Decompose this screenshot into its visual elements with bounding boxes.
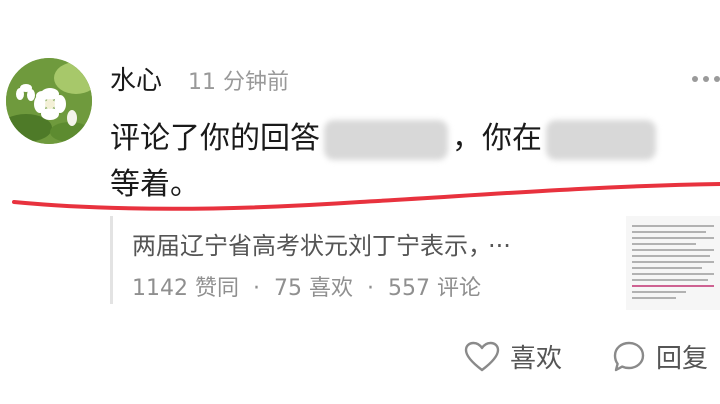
likes-count: 1142 赞同 — [132, 276, 239, 301]
separator-dot: · — [252, 276, 260, 301]
jasmine-flower-photo — [6, 58, 92, 144]
red-annotation-line — [12, 182, 720, 211]
comments-count: 557 评论 — [387, 276, 481, 301]
more-dots-icon[interactable] — [690, 72, 720, 86]
notification-item[interactable]: 水心 11 分钟前 评论了你的回答 ，你在 等着。 两届辽宁省高考状元刘丁宁表示，… — [0, 0, 720, 404]
quote-bar — [110, 216, 113, 304]
comment-text-part2: ，你在 — [452, 121, 542, 156]
redacted-answer-title — [324, 119, 448, 160]
reply-button[interactable]: 回复 — [612, 338, 708, 375]
separator-dot: · — [366, 276, 374, 301]
quote-title[interactable]: 两届辽宁省高考状元刘丁宁表示， ··· — [132, 226, 511, 261]
quote-title-text: 两届辽宁省高考状元刘丁宁表示， — [132, 232, 480, 260]
redacted-text — [546, 119, 656, 160]
document-thumbnail — [626, 216, 720, 310]
speech-bubble-icon — [613, 341, 645, 371]
timestamp: 11 分钟前 — [188, 70, 289, 95]
quote-stats: 1142 赞同 · 75 喜欢 · 557 评论 — [132, 270, 481, 302]
quote-ellipsis: ··· — [488, 232, 511, 260]
comment-text-part1: 评论了你的回答 — [110, 121, 320, 156]
avatar[interactable] — [6, 58, 92, 144]
heart-outline-icon — [464, 341, 500, 371]
like-button[interactable]: 喜欢 — [464, 338, 562, 375]
username[interactable]: 水心 — [110, 60, 162, 97]
quote-thumbnail[interactable] — [626, 216, 720, 310]
reply-label: 回复 — [656, 344, 709, 374]
favorites-count: 75 喜欢 — [273, 276, 353, 301]
like-label: 喜欢 — [510, 344, 563, 374]
